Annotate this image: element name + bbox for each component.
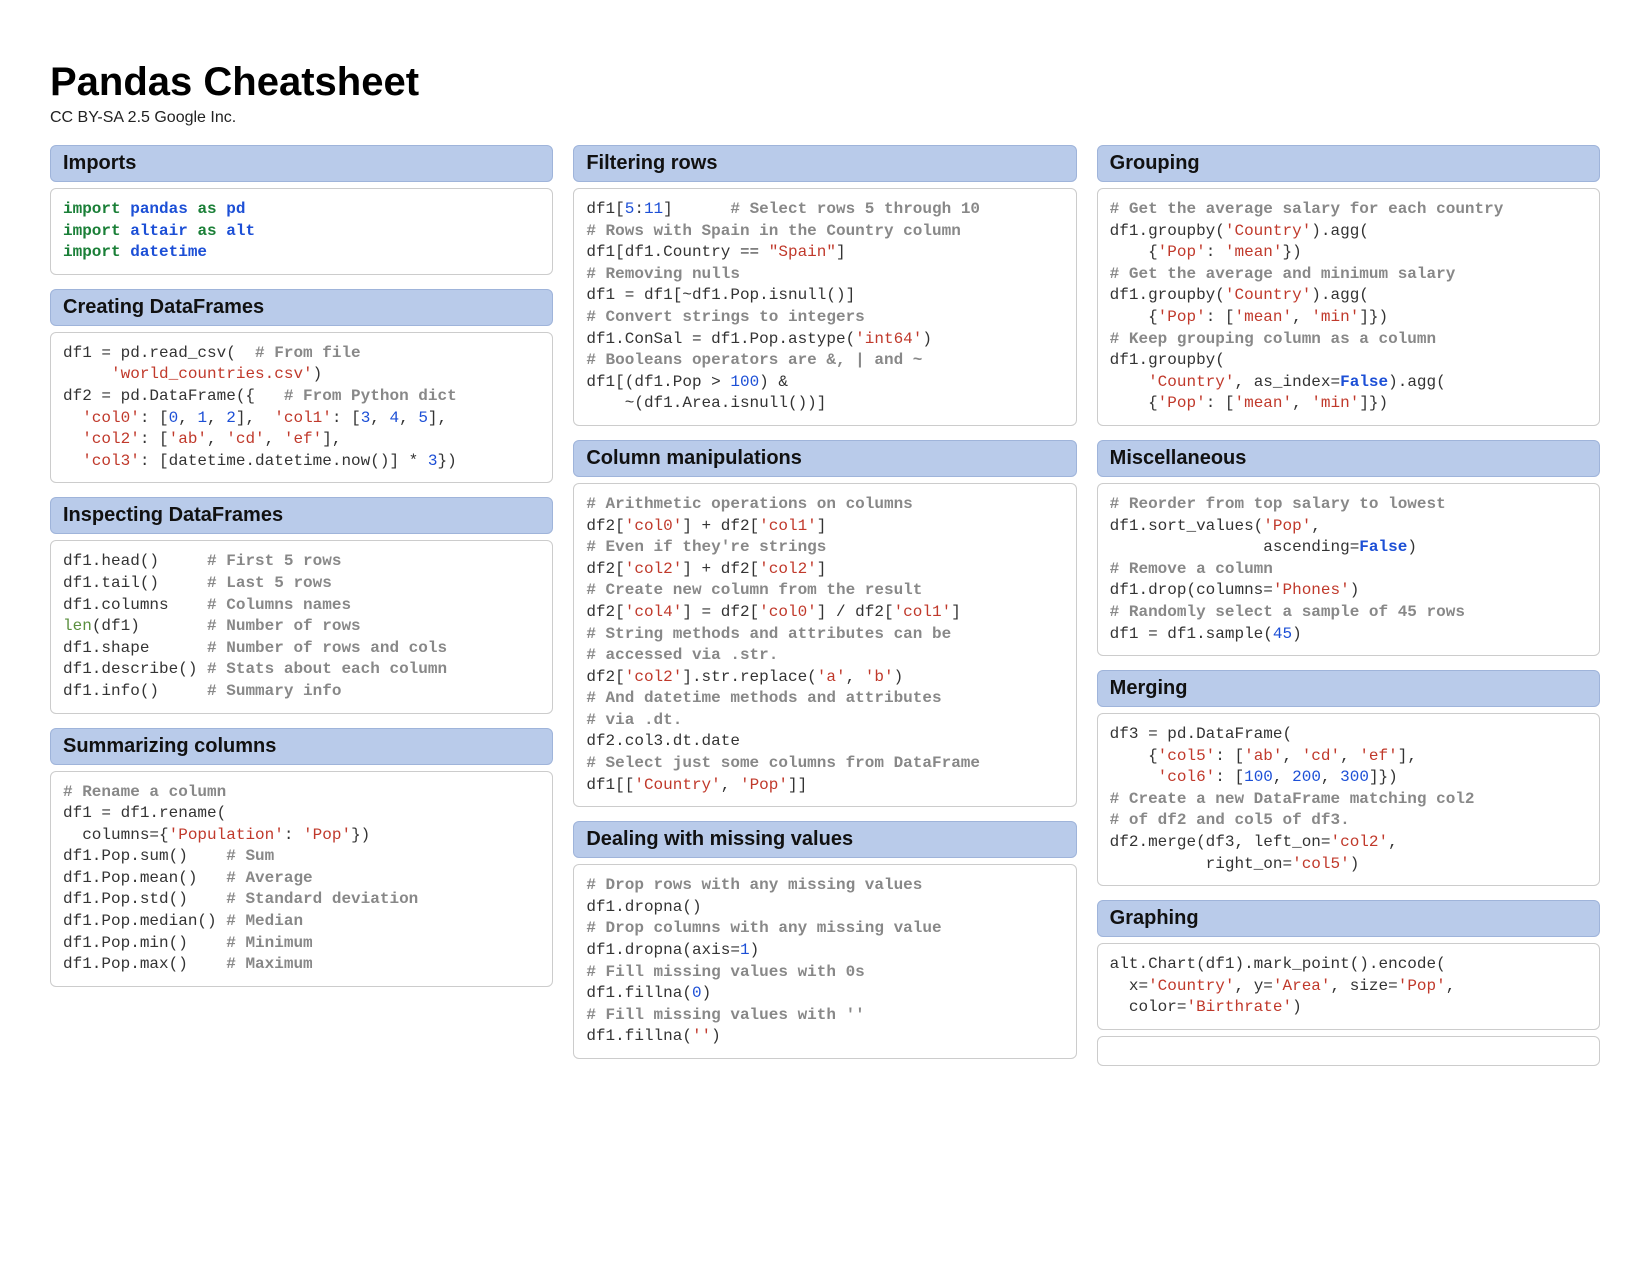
page-title: Pandas Cheatsheet [50,60,1600,105]
code-merging: df3 = pd.DataFrame( {'col5': ['ab', 'cd'… [1097,713,1600,886]
section-header-misc: Miscellaneous [1097,440,1600,477]
section-colmanip: Column manipulations # Arithmetic operat… [573,440,1076,807]
code-misc: # Reorder from top salary to lowest df1.… [1097,483,1600,656]
section-summarizing: Summarizing columns # Rename a column df… [50,728,553,987]
section-header-merging: Merging [1097,670,1600,707]
code-missing: # Drop rows with any missing values df1.… [573,864,1076,1059]
code-grouping: # Get the average salary for each countr… [1097,188,1600,426]
section-graphing: Graphing alt.Chart(df1).mark_point().enc… [1097,900,1600,1066]
empty-box [1097,1036,1600,1066]
section-misc: Miscellaneous # Reorder from top salary … [1097,440,1600,656]
section-creating: Creating DataFrames df1 = pd.read_csv( #… [50,289,553,484]
code-filtering: df1[5:11] # Select rows 5 through 10 # R… [573,188,1076,426]
section-inspecting: Inspecting DataFrames df1.head() # First… [50,497,553,713]
section-header-missing: Dealing with missing values [573,821,1076,858]
section-missing: Dealing with missing values # Drop rows … [573,821,1076,1059]
code-creating: df1 = pd.read_csv( # From file 'world_co… [50,332,553,484]
section-header-imports: Imports [50,145,553,182]
code-imports: import pandas as pd import altair as alt… [50,188,553,275]
column-2: Filtering rows df1[5:11] # Select rows 5… [573,145,1076,1080]
section-header-summarizing: Summarizing columns [50,728,553,765]
column-3: Grouping # Get the average salary for ea… [1097,145,1600,1080]
section-imports: Imports import pandas as pd import altai… [50,145,553,275]
section-header-graphing: Graphing [1097,900,1600,937]
section-header-colmanip: Column manipulations [573,440,1076,477]
section-header-creating: Creating DataFrames [50,289,553,326]
section-header-filtering: Filtering rows [573,145,1076,182]
columns-wrapper: Imports import pandas as pd import altai… [50,145,1600,1080]
section-header-inspecting: Inspecting DataFrames [50,497,553,534]
code-graphing: alt.Chart(df1).mark_point().encode( x='C… [1097,943,1600,1030]
section-header-grouping: Grouping [1097,145,1600,182]
section-grouping: Grouping # Get the average salary for ea… [1097,145,1600,426]
code-colmanip: # Arithmetic operations on columns df2['… [573,483,1076,807]
section-merging: Merging df3 = pd.DataFrame( {'col5': ['a… [1097,670,1600,886]
section-filtering: Filtering rows df1[5:11] # Select rows 5… [573,145,1076,426]
page-subtitle: CC BY-SA 2.5 Google Inc. [50,109,1600,127]
column-1: Imports import pandas as pd import altai… [50,145,553,1080]
code-summarizing: # Rename a column df1 = df1.rename( colu… [50,771,553,987]
code-inspecting: df1.head() # First 5 rows df1.tail() # L… [50,540,553,713]
